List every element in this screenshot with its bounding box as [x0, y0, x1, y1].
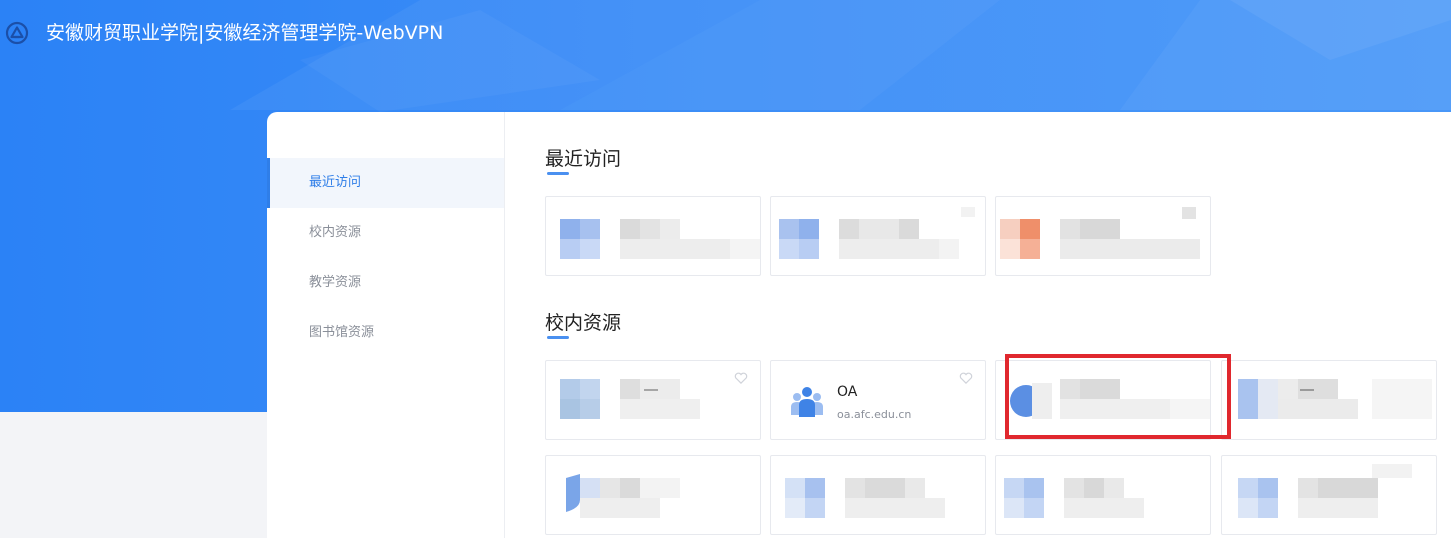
resource-card[interactable]: [545, 455, 761, 535]
resource-card[interactable]: [995, 196, 1211, 276]
oa-card-name: OA: [837, 384, 858, 400]
category-sidebar: 最近访问 校内资源 教学资源 图书馆资源: [267, 112, 505, 538]
sidebar-item-recent[interactable]: 最近访问: [267, 158, 504, 208]
section-title-campus: 校内资源: [545, 312, 622, 334]
blurred-card-content: [1004, 478, 1144, 518]
heart-icon[interactable]: [734, 372, 748, 384]
sidebar-item-campus[interactable]: 校内资源: [267, 208, 504, 258]
main-panel: 最近访问 校内资源 教学资源 图书馆资源 最近访问 校内资源 OA oa.afc…: [267, 112, 1451, 538]
blurred-card-content: [566, 474, 680, 518]
blurred-card-content: [1000, 207, 1200, 259]
heart-icon[interactable]: [959, 372, 973, 384]
blurred-card-content: [785, 478, 945, 518]
resource-card[interactable]: [770, 196, 986, 276]
sidebar-item-library[interactable]: 图书馆资源: [267, 308, 504, 358]
resource-card[interactable]: [545, 360, 761, 440]
sidebar-item-teaching[interactable]: 教学资源: [267, 258, 504, 308]
section-title-recent: 最近访问: [545, 148, 622, 170]
resource-card-oa[interactable]: OA oa.afc.edu.cn: [770, 360, 986, 440]
oa-card-url: oa.afc.edu.cn: [837, 408, 912, 421]
blurred-card-content: [560, 379, 700, 419]
resource-card[interactable]: [1221, 360, 1437, 440]
section-underline: [547, 336, 569, 339]
resource-card[interactable]: [545, 196, 761, 276]
resource-card[interactable]: [995, 455, 1211, 535]
blurred-card-content: [1238, 379, 1432, 419]
resource-card[interactable]: [1221, 455, 1437, 535]
resource-card[interactable]: [770, 455, 986, 535]
blurred-card-content: [779, 207, 975, 259]
blurred-card-content: [560, 219, 760, 259]
section-underline: [547, 172, 569, 175]
users-icon: [791, 387, 823, 417]
highlight-box: [1005, 354, 1231, 439]
site-title: 安徽财贸职业学院|安徽经济管理学院-WebVPN: [46, 22, 444, 44]
blurred-card-content: [1238, 464, 1412, 518]
resource-content: 最近访问 校内资源 OA oa.afc.edu.cn: [505, 112, 1451, 538]
webvpn-logo-icon: [5, 21, 29, 45]
